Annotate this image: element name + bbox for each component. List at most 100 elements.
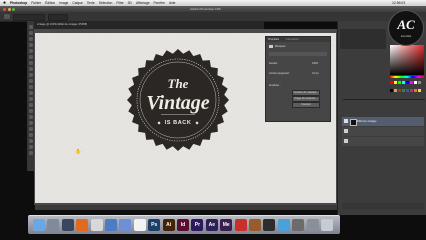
swatch[interactable] <box>418 81 421 84</box>
swatch[interactable] <box>398 81 401 84</box>
launchpad-icon[interactable] <box>47 219 60 231</box>
media-encoder-icon[interactable]: Me <box>220 219 233 231</box>
window-zoom-button[interactable] <box>12 7 15 11</box>
badge-line-2: Vintage <box>146 92 209 114</box>
swatch[interactable] <box>398 88 401 92</box>
tool-button[interactable] <box>28 49 33 53</box>
tool-button[interactable] <box>28 151 33 155</box>
finder-icon[interactable] <box>33 219 45 231</box>
tool-button[interactable] <box>28 97 33 101</box>
tool-button[interactable] <box>28 139 33 143</box>
mask-type-row[interactable] <box>269 52 327 56</box>
tab-info[interactable]: Informations <box>286 38 299 42</box>
layer-thumbnail <box>344 139 348 143</box>
color-picker[interactable] <box>390 45 424 75</box>
properties-panel: Propriétés Informations Masques Densité … <box>265 36 331 122</box>
layer-row[interactable] <box>342 137 424 146</box>
tool-button[interactable] <box>28 121 33 125</box>
swatch[interactable] <box>394 81 397 84</box>
layer-row-selected[interactable]: Effet de vintage <box>342 117 424 126</box>
tool-button[interactable] <box>28 85 33 89</box>
swatch[interactable] <box>410 81 413 84</box>
hue-spectrum[interactable] <box>390 76 424 78</box>
swatch[interactable] <box>394 88 397 92</box>
tool-button[interactable] <box>28 73 33 77</box>
navigator-thumbnail[interactable] <box>340 29 386 49</box>
chrome-icon[interactable] <box>90 219 103 231</box>
swatch[interactable] <box>390 81 393 84</box>
premiere-icon[interactable]: Pr <box>191 219 204 231</box>
tool-button[interactable] <box>28 145 33 149</box>
document-tab-label: vintage @ 100% (Effet de vintage, RVB/8) <box>37 23 88 26</box>
illustrator-icon[interactable]: Ai <box>162 219 175 231</box>
density-label: Densité : <box>269 62 279 65</box>
app-icon-a[interactable] <box>249 219 261 231</box>
creative-cloud-icon[interactable] <box>234 219 247 231</box>
vintage-badge: The Vintage IS BACK ◆ ◆ <box>127 49 229 151</box>
layer-name: Effet de vintage <box>357 119 377 123</box>
tool-button[interactable] <box>28 37 33 41</box>
calendar-icon[interactable] <box>133 219 146 231</box>
firefox-icon[interactable] <box>76 219 89 231</box>
tool-preset-picker[interactable] <box>4 14 10 19</box>
tool-button[interactable] <box>28 91 33 95</box>
mask-icon <box>269 45 273 48</box>
invert-button[interactable]: Inverser <box>292 102 320 108</box>
tool-button[interactable] <box>28 25 33 29</box>
swatch[interactable] <box>418 88 421 92</box>
options-field[interactable] <box>13 14 45 21</box>
options-field[interactable] <box>48 14 68 21</box>
window-minimize-button[interactable] <box>7 7 11 11</box>
masks-label: Masques <box>275 44 286 48</box>
swatches-grid[interactable] <box>390 81 424 95</box>
tool-button[interactable] <box>28 67 33 71</box>
itunes-icon[interactable] <box>119 219 132 231</box>
swatch[interactable] <box>402 81 405 84</box>
swatch[interactable] <box>414 81 417 84</box>
badge-line-3: IS BACK <box>165 120 192 126</box>
swatch[interactable] <box>390 88 393 92</box>
swatch[interactable] <box>414 88 417 92</box>
app-icon-c[interactable] <box>277 219 290 231</box>
tool-button[interactable] <box>28 133 33 137</box>
tool-button[interactable] <box>28 31 33 35</box>
properties-tabs: Propriétés Informations <box>266 37 330 42</box>
window-close-button[interactable] <box>3 7 6 11</box>
swatch[interactable] <box>402 88 405 92</box>
swatch[interactable] <box>406 88 409 92</box>
logo-initials: AC <box>397 17 415 32</box>
feather-value: 0,0 px <box>312 72 319 75</box>
layer-thumbnail <box>344 129 348 133</box>
after-effects-icon[interactable]: Ae <box>205 219 218 231</box>
document-tab[interactable]: vintage @ 100% (Effet de vintage, RVB/8) <box>34 21 264 29</box>
tool-button[interactable] <box>28 61 33 65</box>
tool-button[interactable] <box>28 79 33 83</box>
feather-label: Contour progressif : <box>269 72 290 75</box>
tab-properties[interactable]: Propriétés <box>268 38 279 42</box>
cursor-icon: ✋ <box>75 149 82 155</box>
photoshop-icon[interactable]: Ps <box>148 219 161 231</box>
density-value: 100% <box>312 62 319 65</box>
layer-row[interactable] <box>342 127 424 136</box>
mail-icon[interactable] <box>105 219 117 231</box>
layer-thumbnail <box>344 119 348 123</box>
tool-button[interactable] <box>28 103 33 107</box>
app-icon-b[interactable] <box>263 219 276 231</box>
status-bar <box>35 205 339 210</box>
refine-label: Améliorer : <box>269 84 281 87</box>
downloads-icon[interactable] <box>306 219 319 231</box>
tool-button[interactable] <box>28 43 33 47</box>
app-title: Adobe Photoshop CS6 <box>190 7 221 11</box>
tool-button[interactable] <box>28 109 33 113</box>
mission-control-icon[interactable] <box>61 219 74 231</box>
app-icon-d[interactable] <box>292 219 305 231</box>
trash-icon[interactable] <box>321 219 333 231</box>
swatch[interactable] <box>406 81 409 84</box>
indesign-icon[interactable]: Id <box>177 219 189 231</box>
layer-mask-thumbnail <box>350 119 357 126</box>
tool-button[interactable] <box>28 55 33 59</box>
swatch[interactable] <box>410 88 413 92</box>
tool-button[interactable] <box>28 127 33 131</box>
tool-button[interactable] <box>28 115 33 119</box>
panel-divider <box>343 99 425 100</box>
